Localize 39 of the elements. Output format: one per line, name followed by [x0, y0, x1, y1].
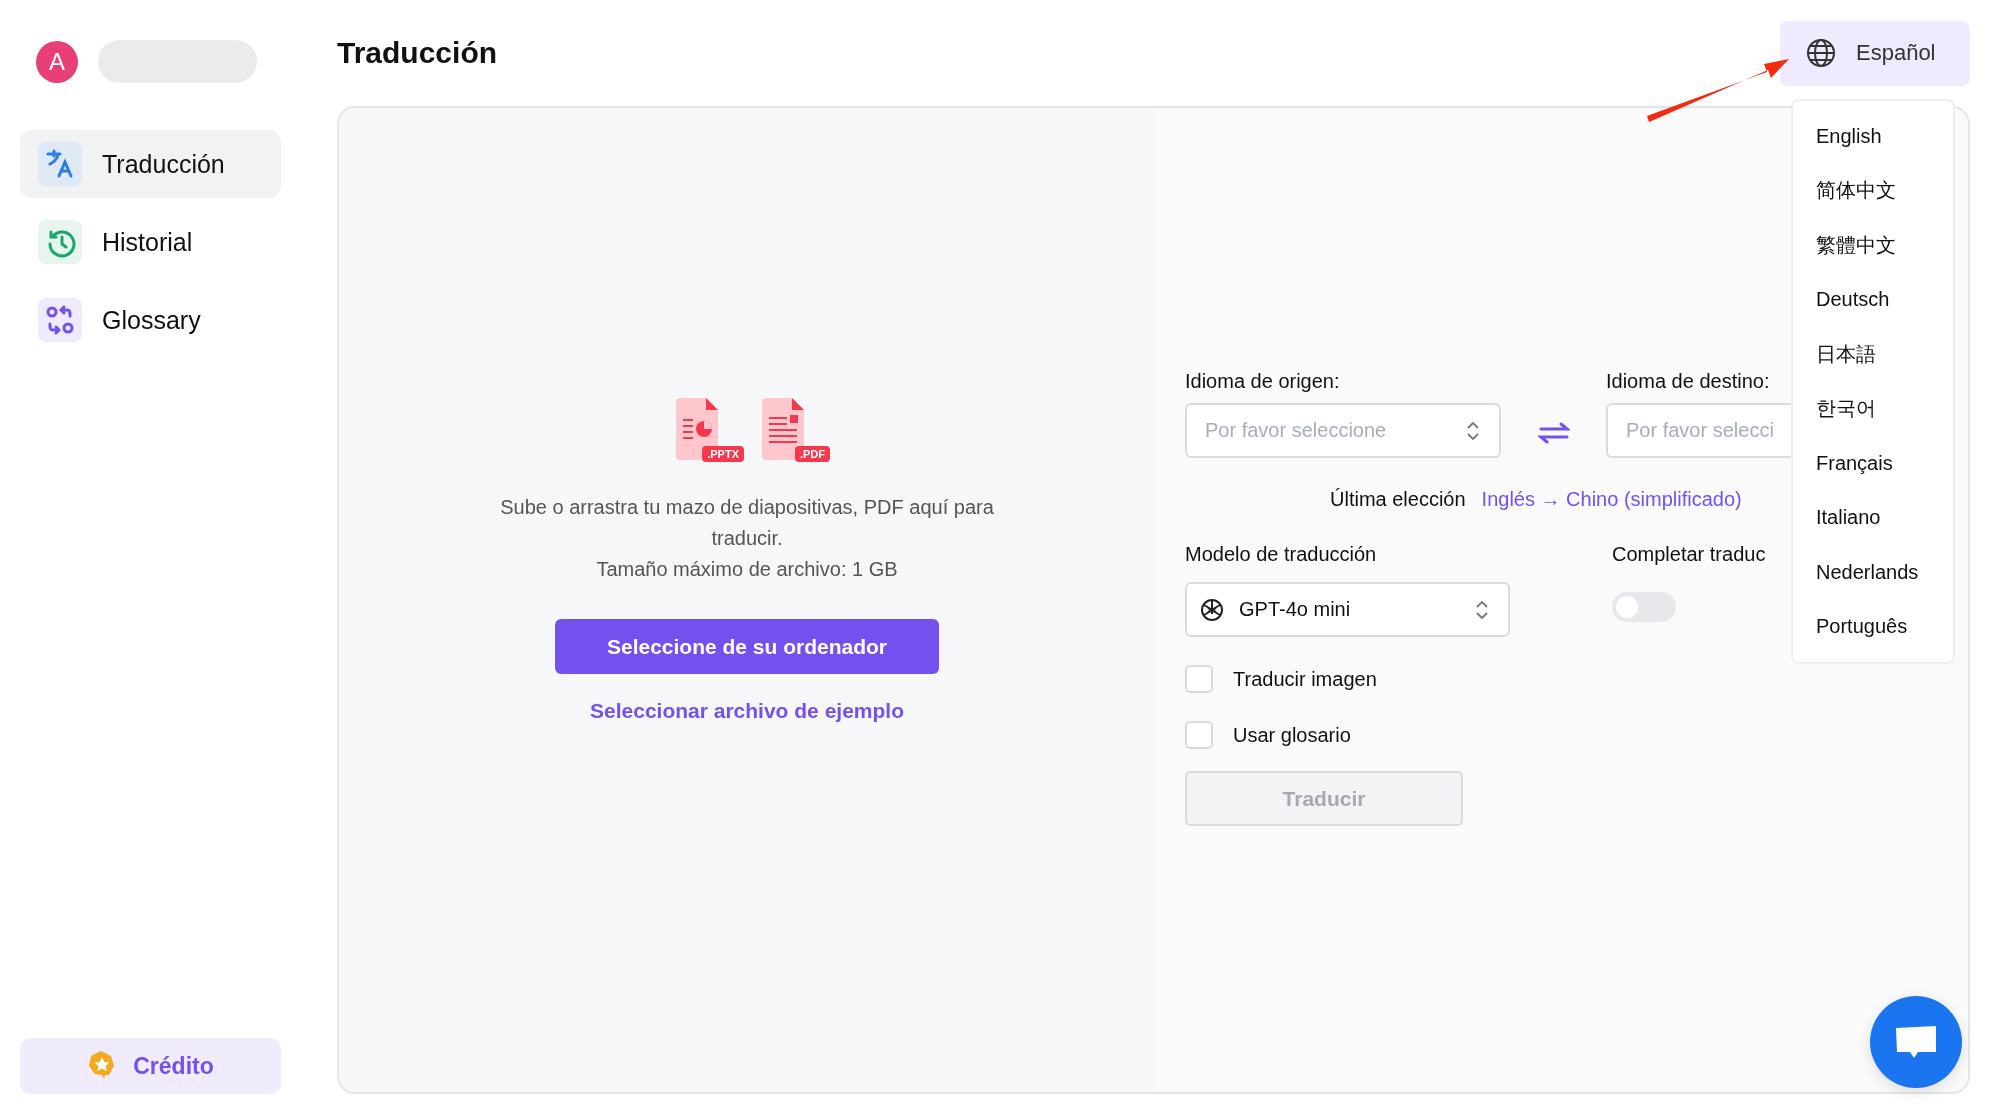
- model-logo-icon: [1199, 596, 1225, 623]
- last-choice-link[interactable]: Inglés → Chino (simplificado): [1481, 488, 1742, 511]
- field-label: Completar traduc: [1612, 543, 1766, 566]
- user-avatar[interactable]: A: [36, 40, 78, 83]
- globe-icon: [1806, 38, 1836, 68]
- menu-item[interactable]: Deutsch: [1793, 272, 1953, 327]
- sidebar-item[interactable]: Historial: [20, 208, 281, 276]
- field-label: Idioma de origen:: [1185, 370, 1341, 393]
- speech-bubble-icon: [1894, 1024, 1938, 1060]
- last-choice-label: Última elección: [1330, 488, 1466, 511]
- menu-item[interactable]: Português: [1793, 599, 1953, 654]
- menu-item[interactable]: 简体中文: [1793, 163, 1953, 218]
- menu-item[interactable]: 繁體中文: [1793, 218, 1953, 273]
- menu-item[interactable]: Italiano: [1793, 490, 1953, 545]
- field-label: Idioma de destino:: [1606, 370, 1771, 393]
- swap-arrows-icon[interactable]: [1537, 421, 1570, 445]
- sidebar-item[interactable]: Traducción: [20, 130, 281, 198]
- checkbox-label: Usar glosario: [1233, 723, 1351, 747]
- field-label: Modelo de traducción: [1185, 543, 1378, 566]
- select-file-button[interactable]: Seleccione de su ordenador: [555, 619, 939, 674]
- sidebar-item[interactable]: Glossary: [20, 286, 281, 354]
- max-size-note: Tamaño máximo de archivo: 1 GB: [596, 557, 898, 582]
- checkbox[interactable]: [1185, 665, 1213, 693]
- credit-button[interactable]: Crédito: [20, 1038, 281, 1094]
- page-title: Traducción: [337, 36, 498, 70]
- toggle-switch[interactable]: [1612, 592, 1676, 622]
- checkbox[interactable]: [1185, 721, 1213, 749]
- file-type-badge: .PPTX: [702, 446, 744, 462]
- chevron-updown-icon: [1465, 420, 1481, 441]
- sample-file-link[interactable]: Seleccionar archivo de ejemplo: [590, 699, 904, 723]
- chevron-updown-icon: [1474, 599, 1490, 620]
- checkbox-label: Traducir imagen: [1233, 667, 1377, 691]
- menu-item[interactable]: English: [1793, 109, 1953, 164]
- file-type-badge: .PDF: [794, 446, 830, 462]
- language-button[interactable]: Español: [1780, 20, 1970, 86]
- menu-item[interactable]: Nederlands: [1793, 545, 1953, 600]
- menu-item[interactable]: 日本語: [1793, 327, 1953, 382]
- model-select[interactable]: GPT-4o mini: [1185, 582, 1510, 637]
- upload-instructions: Sube o arrastra tu mazo de diapositivas, PDF aquí para traducir.: [499, 495, 995, 551]
